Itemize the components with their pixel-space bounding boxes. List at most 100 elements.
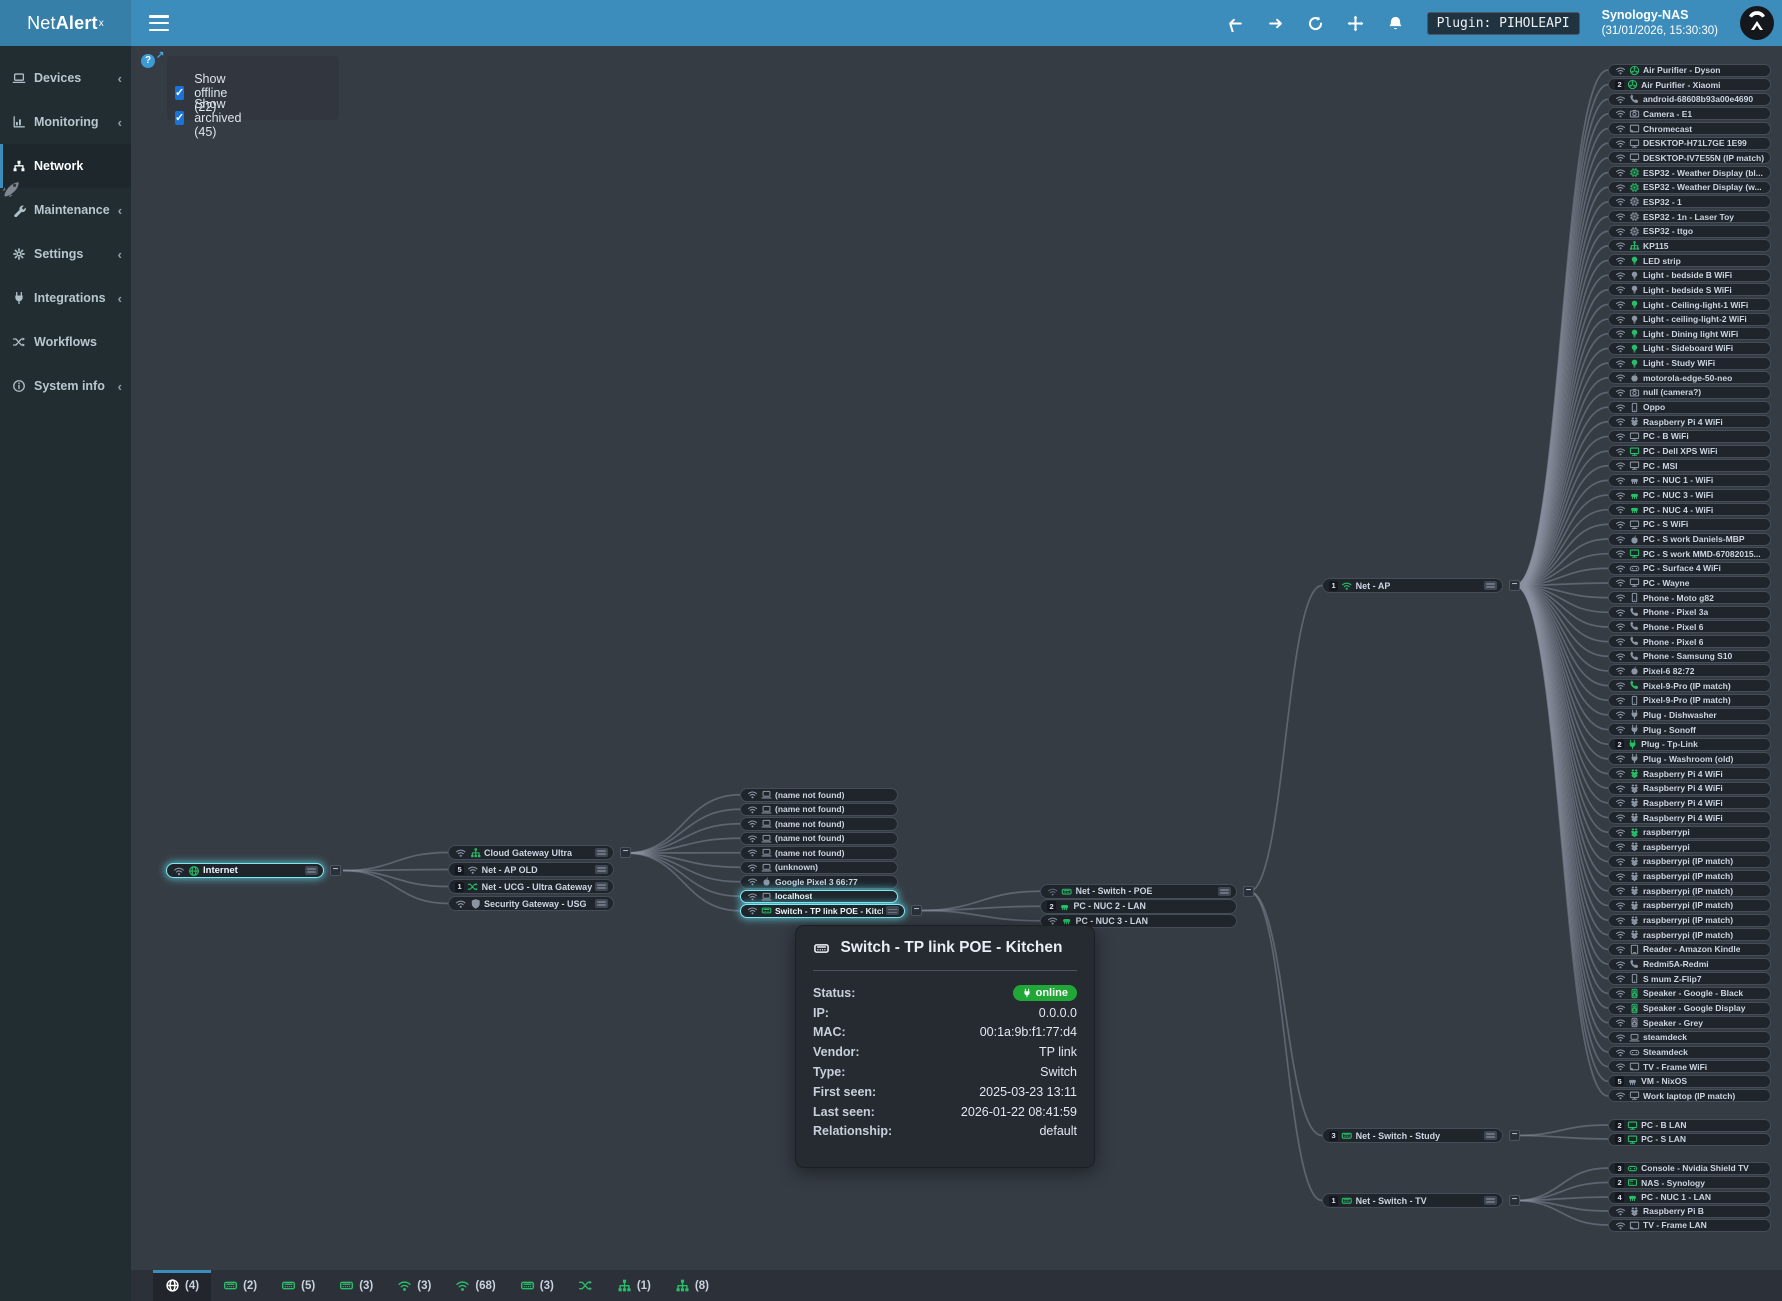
device-node[interactable]: Light - bedside B WiFi (1608, 269, 1771, 282)
drag-handle[interactable] (595, 899, 608, 908)
notifications-icon[interactable] (1387, 14, 1405, 32)
drag-handle[interactable] (595, 865, 608, 874)
device-node[interactable]: TV - Frame WiFi (1608, 1060, 1771, 1073)
subnet-tab-0-globe[interactable]: (4) (153, 1270, 211, 1301)
device-node[interactable]: motorola-edge-50-neo (1608, 371, 1771, 384)
device-node[interactable]: 2Plug - Tp-Link (1608, 738, 1771, 751)
subnet-tab-3-switchdev[interactable]: (3) (327, 1270, 385, 1301)
drag-handle[interactable] (595, 848, 608, 857)
node-net-ap[interactable]: 1Net - AP (1322, 578, 1503, 593)
device-node[interactable]: ESP32 - Weather Display (w... (1608, 181, 1771, 194)
node-net-switch-study[interactable]: 3Net - Switch - Study (1322, 1128, 1503, 1143)
collapse-button[interactable]: − (1243, 886, 1254, 897)
drag-handle[interactable] (1484, 1131, 1497, 1140)
device-node[interactable]: raspberrypi (1608, 840, 1771, 853)
app-logo[interactable]: NetAlertx (0, 0, 131, 46)
device-node[interactable]: raspberrypi (IP match) (1608, 855, 1771, 868)
drag-handle[interactable] (595, 882, 608, 891)
drag-handle[interactable] (1218, 887, 1231, 896)
back-arrow-icon[interactable] (1227, 14, 1245, 32)
device-node[interactable]: PC - MSI (1608, 459, 1771, 472)
device-node[interactable]: raspberrypi (IP match) (1608, 899, 1771, 912)
device-node[interactable]: Work laptop (IP match) (1608, 1089, 1771, 1102)
device-node[interactable]: ESP32 - 1n - Laser Toy (1608, 210, 1771, 223)
device-node[interactable]: PC - Dell XPS WiFi (1608, 445, 1771, 458)
device-node[interactable]: Pixel-9-Pro (IP match) (1608, 694, 1771, 707)
collapse-button[interactable]: − (911, 905, 922, 916)
device-node[interactable]: DESKTOP-IV7E55N (IP match) (1608, 151, 1771, 164)
subnet-tab-5-wifi[interactable]: (68) (443, 1270, 507, 1301)
device-node[interactable]: raspberrypi (IP match) (1608, 914, 1771, 927)
device-node[interactable]: 2NAS - Synology (1608, 1176, 1771, 1189)
device-node[interactable]: Raspberry Pi 4 WiFi (1608, 767, 1771, 780)
node-internet[interactable]: Internet (166, 863, 324, 878)
device-node[interactable]: PC - S work MMD-67082015... (1608, 547, 1771, 560)
device-node[interactable]: Light - Study WiFi (1608, 357, 1771, 370)
device-node[interactable]: PC - Surface 4 WiFi (1608, 562, 1771, 575)
device-node[interactable]: Phone - Moto g82 (1608, 591, 1771, 604)
subnet-tab-7-shuffle[interactable] (566, 1270, 605, 1301)
device-node[interactable]: Raspberry Pi 4 WiFi (1608, 811, 1771, 824)
device-node[interactable]: PC - NUC 4 - WiFi (1608, 503, 1771, 516)
subnet-tab-6-switchdev[interactable]: (3) (508, 1270, 566, 1301)
device-node[interactable]: Raspberry Pi B (1608, 1205, 1771, 1218)
device-node[interactable]: raspberrypi (1608, 826, 1771, 839)
device-node[interactable]: Light - Dining light WiFi (1608, 327, 1771, 340)
device-node[interactable]: 5Net - AP OLD (448, 862, 614, 877)
device-node[interactable]: Chromecast (1608, 122, 1771, 135)
drag-handle[interactable] (1484, 581, 1497, 590)
device-node[interactable]: (name not found) (740, 817, 898, 831)
device-node[interactable]: PC - S WiFi (1608, 518, 1771, 531)
device-node[interactable]: Google Pixel 3 66:77 (740, 875, 898, 889)
menu-toggle-icon[interactable] (149, 15, 169, 31)
device-node[interactable]: Pixel-6 82:72 (1608, 664, 1771, 677)
device-node[interactable]: Pixel-9-Pro (IP match) (1608, 679, 1771, 692)
device-node[interactable]: Plug - Dishwasher (1608, 708, 1771, 721)
device-node[interactable]: KP115 (1608, 239, 1771, 252)
checkbox-checked-icon[interactable]: ✓ (175, 111, 184, 125)
device-node[interactable]: localhost (740, 890, 898, 904)
node-net-switch-tv[interactable]: 1Net - Switch - TV (1322, 1193, 1503, 1208)
forward-arrow-icon[interactable] (1267, 14, 1285, 32)
device-node[interactable]: 2PC - B LAN (1608, 1119, 1771, 1132)
sidebar-item-settings[interactable]: Settings‹ (0, 232, 131, 276)
device-node[interactable]: (name not found) (740, 832, 898, 846)
device-node[interactable]: Reader - Amazon Kindle (1608, 943, 1771, 956)
device-node[interactable]: Phone - Samsung S10 (1608, 650, 1771, 663)
collapse-button[interactable]: − (1509, 1195, 1520, 1206)
pan-icon[interactable] (1347, 14, 1365, 32)
device-node[interactable]: S mum Z-Flip7 (1608, 972, 1771, 985)
device-node[interactable]: Plug - Sonoff (1608, 723, 1771, 736)
device-node[interactable]: ESP32 - 1 (1608, 195, 1771, 208)
device-node[interactable]: PC - S work Daniels-MBP (1608, 533, 1771, 546)
device-node[interactable]: PC - Wayne (1608, 576, 1771, 589)
drag-handle[interactable] (886, 906, 899, 915)
collapse-button[interactable]: − (1509, 1130, 1520, 1141)
device-node[interactable]: (unknown) (740, 861, 898, 875)
device-node[interactable]: PC - NUC 1 - WiFi (1608, 474, 1771, 487)
device-node[interactable]: PC - B WiFi (1608, 430, 1771, 443)
device-node[interactable]: Cloud Gateway Ultra (448, 845, 614, 860)
sidebar-item-system-info[interactable]: System info‹ (0, 364, 131, 408)
device-node[interactable]: 2Air Purifier - Xiaomi (1608, 78, 1771, 91)
device-node[interactable]: Redmi5A-Redmi (1608, 958, 1771, 971)
device-node[interactable]: 2PC - NUC 2 - LAN (1040, 899, 1237, 914)
device-node[interactable]: 1Net - UCG - Ultra Gateway (448, 879, 614, 894)
device-node[interactable]: raspberrypi (IP match) (1608, 870, 1771, 883)
device-node[interactable]: Raspberry Pi 4 WiFi (1608, 782, 1771, 795)
user-avatar[interactable] (1740, 6, 1774, 40)
sidebar-item-monitoring[interactable]: Monitoring‹ (0, 100, 131, 144)
device-node[interactable]: Speaker - Google Display (1608, 1002, 1771, 1015)
collapse-button[interactable]: − (620, 847, 631, 858)
device-node[interactable]: Security Gateway - USG (448, 896, 614, 911)
drag-handle[interactable] (305, 866, 318, 875)
device-node[interactable]: TV - Frame LAN (1608, 1219, 1771, 1232)
subnet-tab-2-switchdev[interactable]: (5) (269, 1270, 327, 1301)
device-node[interactable]: (name not found) (740, 803, 898, 817)
device-node[interactable]: Net - Switch - POE (1040, 884, 1237, 899)
device-node[interactable]: LED strip (1608, 254, 1771, 267)
device-node[interactable]: 3Console - Nvidia Shield TV (1608, 1162, 1771, 1175)
device-node[interactable]: Speaker - Grey (1608, 1016, 1771, 1029)
device-node[interactable]: Steamdeck (1608, 1046, 1771, 1059)
device-node[interactable]: Phone - Pixel 3a (1608, 606, 1771, 619)
